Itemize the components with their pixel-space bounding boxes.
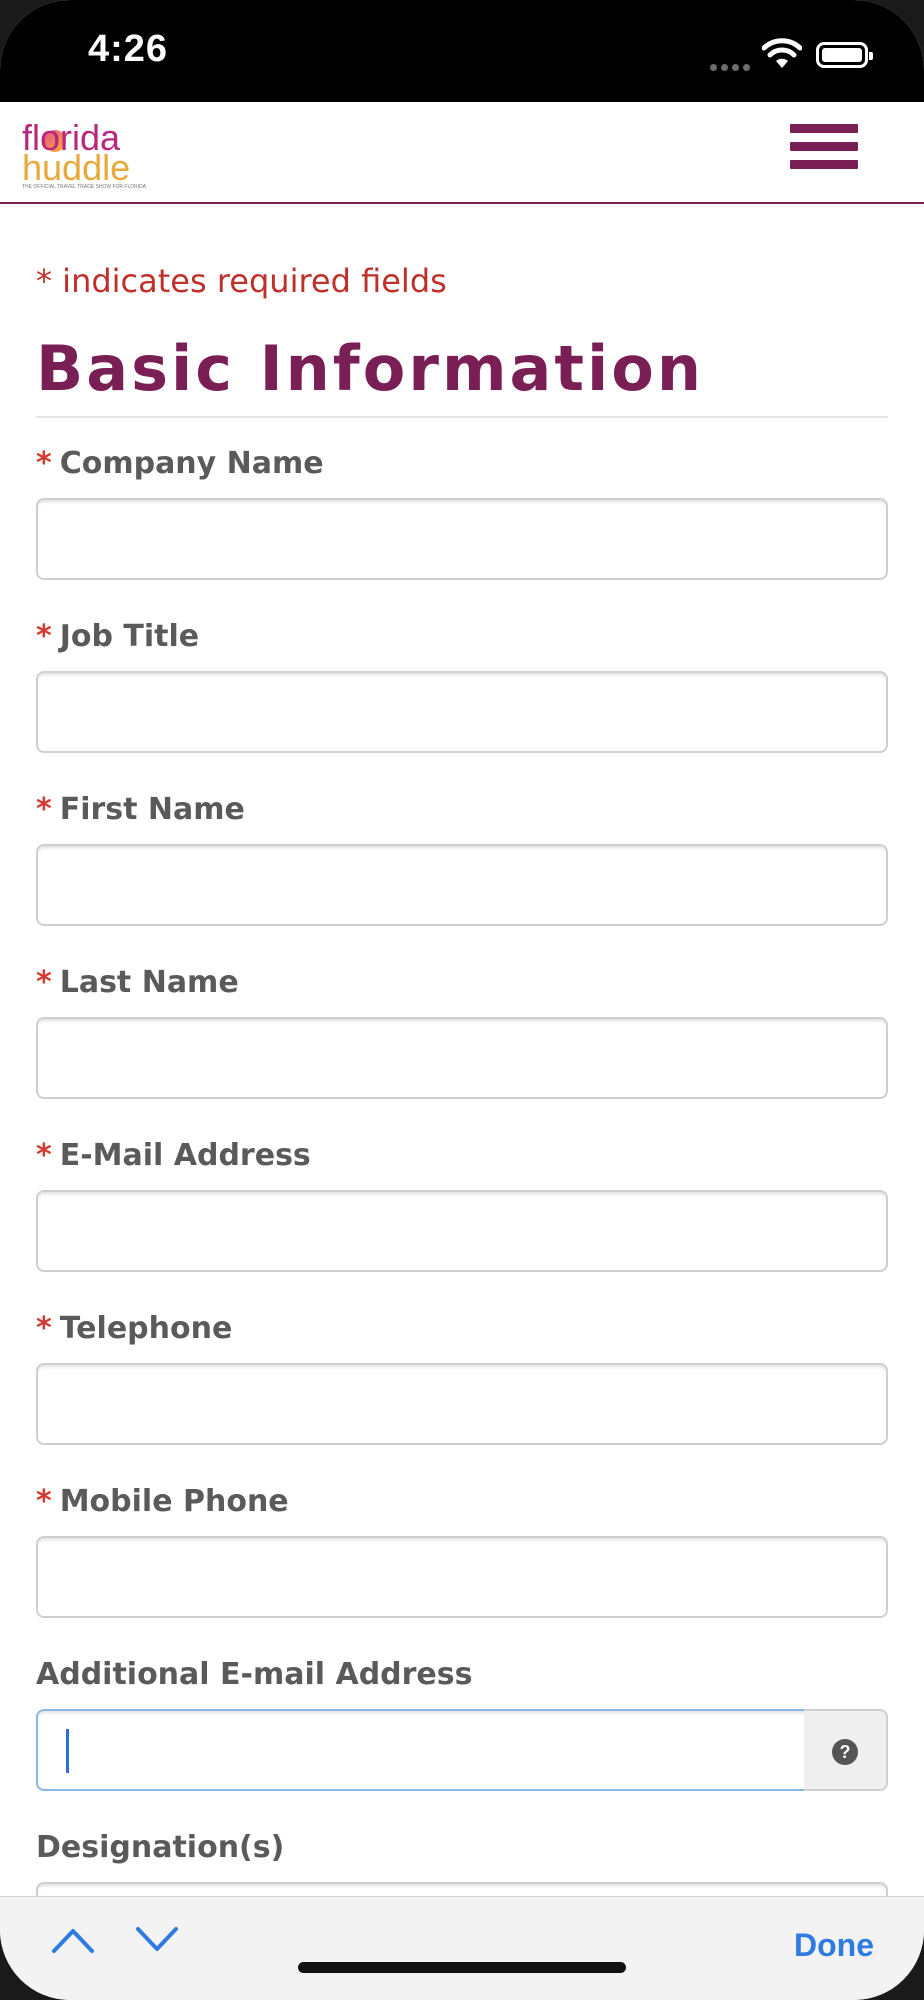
designations-label: Designation(s) bbox=[36, 1830, 285, 1865]
section-title: Basic Information bbox=[36, 332, 705, 405]
text-caret bbox=[66, 1729, 69, 1773]
email-address-input[interactable] bbox=[36, 1190, 888, 1272]
last-name-input[interactable] bbox=[36, 1017, 888, 1099]
chevron-up-icon[interactable] bbox=[50, 1925, 96, 1955]
required-asterisk: * bbox=[36, 965, 52, 1000]
telephone-input[interactable] bbox=[36, 1363, 888, 1445]
chevron-down-icon[interactable] bbox=[134, 1925, 180, 1955]
telephone-label: * Telephone bbox=[36, 1311, 233, 1346]
done-button[interactable]: Done bbox=[794, 1927, 874, 1964]
additional-email-help-button[interactable]: ? bbox=[804, 1709, 888, 1791]
keyboard-accessory-bar: Done bbox=[0, 1896, 924, 2000]
notch bbox=[230, 0, 694, 72]
cellular-dots-icon bbox=[710, 58, 754, 76]
first-name-input[interactable] bbox=[36, 844, 888, 926]
battery-icon bbox=[816, 42, 873, 68]
logo-tagline: THE OFFICIAL TRAVEL TRADE SHOW FOR FLORI… bbox=[22, 184, 147, 190]
home-indicator bbox=[298, 1962, 626, 1973]
phone-screen: 4:26 florida huddle THE OFFICIAL TRAVEL … bbox=[0, 0, 924, 2000]
florida-huddle-logo[interactable]: florida huddle THE OFFICIAL TRAVEL TRADE… bbox=[22, 120, 152, 192]
required-asterisk: * bbox=[36, 792, 52, 827]
question-circle-icon: ? bbox=[832, 1739, 858, 1765]
required-asterisk: * bbox=[36, 1311, 52, 1346]
last-name-label: * Last Name bbox=[36, 965, 239, 1000]
required-asterisk: * bbox=[36, 1138, 52, 1173]
first-name-label: * First Name bbox=[36, 792, 245, 827]
company-name-input[interactable] bbox=[36, 498, 888, 580]
logo-text-huddle: huddle bbox=[22, 147, 131, 188]
job-title-input[interactable] bbox=[36, 671, 888, 753]
email-address-label: * E-Mail Address bbox=[36, 1138, 311, 1173]
status-bar: 4:26 bbox=[0, 0, 924, 102]
hamburger-menu-icon[interactable] bbox=[790, 124, 860, 184]
required-asterisk: * bbox=[36, 446, 52, 481]
required-asterisk: * bbox=[36, 619, 52, 654]
required-fields-note: * indicates required fields bbox=[36, 262, 447, 300]
job-title-label: * Job Title bbox=[36, 619, 200, 654]
required-asterisk: * bbox=[36, 1484, 52, 1519]
status-time: 4:26 bbox=[88, 28, 169, 70]
mobile-phone-label: * Mobile Phone bbox=[36, 1484, 289, 1519]
additional-email-label: Additional E-mail Address bbox=[36, 1657, 473, 1692]
section-divider bbox=[36, 416, 888, 418]
site-header: florida huddle THE OFFICIAL TRAVEL TRADE… bbox=[0, 102, 924, 204]
company-name-label: * Company Name bbox=[36, 446, 324, 481]
mobile-phone-input[interactable] bbox=[36, 1536, 888, 1618]
additional-email-input[interactable] bbox=[36, 1709, 806, 1791]
wifi-icon bbox=[762, 38, 802, 68]
